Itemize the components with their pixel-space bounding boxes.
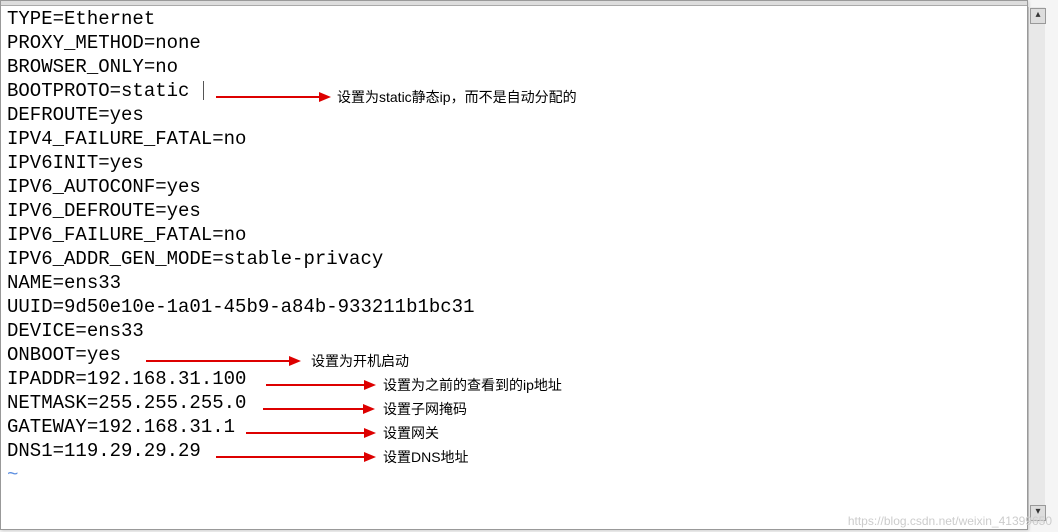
config-line-onboot: ONBOOT=yes — [1, 343, 1027, 367]
config-line: TYPE=Ethernet — [1, 7, 1027, 31]
annotation-onboot: 设置为开机启动 — [311, 351, 409, 371]
annotation-ipaddr: 设置为之前的查看到的ip地址 — [383, 375, 562, 395]
config-line: UUID=9d50e10e-1a01-45b9-a84b-933211b1bc3… — [1, 295, 1027, 319]
annotation-bootproto: 设置为static静态ip，而不是自动分配的 — [337, 87, 577, 107]
config-line: IPV4_FAILURE_FATAL=no — [1, 127, 1027, 151]
scrollbar[interactable]: ▴ ▾ — [1028, 7, 1045, 523]
config-line: IPV6_ADDR_GEN_MODE=stable-privacy — [1, 247, 1027, 271]
text-cursor — [203, 81, 205, 100]
vim-tilde: ~ — [1, 463, 1027, 487]
config-line: NAME=ens33 — [1, 271, 1027, 295]
menubar — [1, 1, 1027, 6]
config-line-dns: DNS1=119.29.29.29 — [1, 439, 1027, 463]
annotation-gateway: 设置网关 — [383, 423, 439, 443]
annotation-netmask: 设置子网掩码 — [383, 399, 467, 419]
config-line: IPV6_AUTOCONF=yes — [1, 175, 1027, 199]
config-line: BROWSER_ONLY=no — [1, 55, 1027, 79]
editor-window: TYPE=Ethernet PROXY_METHOD=none BROWSER_… — [0, 0, 1028, 530]
config-line: IPV6_FAILURE_FATAL=no — [1, 223, 1027, 247]
config-line: DEVICE=ens33 — [1, 319, 1027, 343]
config-line: IPV6_DEFROUTE=yes — [1, 199, 1027, 223]
editor-pane[interactable]: TYPE=Ethernet PROXY_METHOD=none BROWSER_… — [1, 7, 1027, 529]
config-line: PROXY_METHOD=none — [1, 31, 1027, 55]
config-line-gateway: GATEWAY=192.168.31.1 — [1, 415, 1027, 439]
annotation-dns: 设置DNS地址 — [383, 447, 469, 467]
config-line: IPV6INIT=yes — [1, 151, 1027, 175]
watermark-text: https://blog.csdn.net/weixin_41399650 — [848, 514, 1052, 528]
config-text: BOOTPROTO=static — [7, 80, 189, 102]
scroll-up-button[interactable]: ▴ — [1030, 8, 1046, 24]
